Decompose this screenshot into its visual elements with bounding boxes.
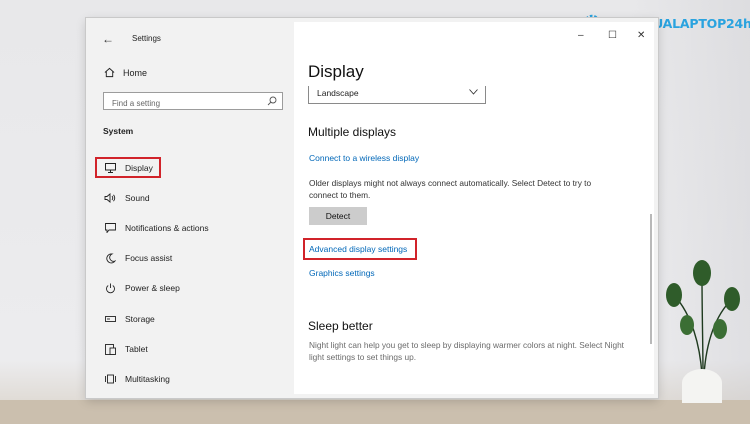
advanced-display-settings-link[interactable]: Advanced display settings <box>309 244 407 254</box>
multiple-displays-heading: Multiple displays <box>308 125 397 139</box>
sleep-better-text: Night light can help you get to sleep by… <box>309 340 624 362</box>
home-label: Home <box>123 67 148 78</box>
sidebar-item-notifications[interactable]: Notifications & actions <box>104 219 209 237</box>
back-arrow-icon[interactable]: ← <box>102 32 114 46</box>
sidebar-item-storage[interactable]: Storage <box>104 310 155 328</box>
tablet-icon <box>104 343 116 355</box>
notification-icon <box>104 222 116 234</box>
sidebar-item-label: Power & sleep <box>125 283 180 293</box>
page-title: Display <box>308 62 364 81</box>
sidebar-item-label: Notifications & actions <box>125 223 209 233</box>
multitasking-icon <box>104 373 116 385</box>
graphics-settings-link[interactable]: Graphics settings <box>309 268 375 278</box>
orientation-dropdown[interactable]: Landscape <box>308 86 486 104</box>
orientation-value: Landscape <box>317 88 359 98</box>
sidebar-item-label: Multitasking <box>125 374 170 384</box>
older-displays-text: Older displays might not always connect … <box>309 178 592 200</box>
connect-wireless-display-link[interactable]: Connect to a wireless display <box>309 153 419 163</box>
power-icon <box>104 282 116 294</box>
sidebar-item-sound[interactable]: Sound <box>104 189 150 207</box>
sidebar-item-label: Display <box>125 163 153 173</box>
home-icon <box>104 67 115 78</box>
maximize-button[interactable]: ☐ <box>608 30 617 41</box>
search-input[interactable] <box>110 95 264 112</box>
shelf <box>0 400 750 424</box>
search-icon <box>267 96 277 106</box>
speaker-icon <box>104 192 116 204</box>
sidebar-item-focus-assist[interactable]: Focus assist <box>104 249 172 267</box>
chevron-down-icon <box>469 89 478 95</box>
sidebar-item-display[interactable]: Display <box>104 159 153 177</box>
sidebar-item-label: Focus assist <box>125 253 173 263</box>
sidebar-item-label: Sound <box>125 193 150 203</box>
section-label: System <box>103 126 134 136</box>
sleep-better-heading: Sleep better <box>308 319 373 333</box>
minimize-button[interactable]: – <box>578 30 584 41</box>
settings-window: ← Settings Home System Display <box>86 18 658 398</box>
main-content: – ☐ ✕ Display Landscape Multiple display… <box>294 22 654 394</box>
sidebar-item-power-sleep[interactable]: Power & sleep <box>104 279 180 297</box>
sidebar: ← Settings Home System Display <box>90 22 294 394</box>
sidebar-item-label: Storage <box>125 314 155 324</box>
window-title: Settings <box>132 34 161 43</box>
moon-icon <box>104 252 116 264</box>
close-button[interactable]: ✕ <box>637 30 645 41</box>
sidebar-item-multitasking[interactable]: Multitasking <box>104 370 170 388</box>
storage-icon <box>104 313 116 325</box>
scrollbar-thumb[interactable] <box>650 214 652 344</box>
monitor-icon <box>104 162 116 174</box>
sidebar-item-label: Tablet <box>125 344 148 354</box>
home-link[interactable]: Home <box>104 67 147 78</box>
detect-button[interactable]: Detect <box>309 207 367 225</box>
plant-decoration <box>666 260 740 403</box>
sidebar-item-tablet[interactable]: Tablet <box>104 340 148 358</box>
search-box[interactable] <box>103 92 283 112</box>
